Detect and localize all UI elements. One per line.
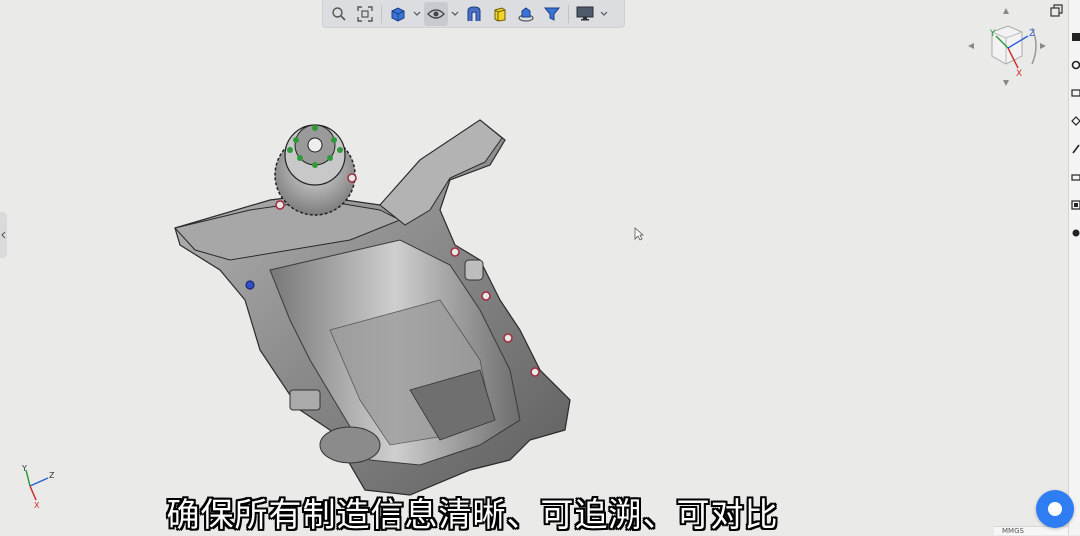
custom-properties-icon[interactable] [1071, 172, 1080, 182]
view-cube-z-label: Z [1029, 29, 1035, 39]
edit-appearance-button[interactable] [488, 2, 512, 26]
design-library-icon[interactable] [1071, 60, 1080, 70]
display-monitor-button[interactable] [573, 2, 597, 26]
task-pane-strip [1068, 0, 1080, 535]
section-view-icon [467, 5, 481, 21]
display-monitor-dropdown[interactable] [599, 2, 609, 26]
scene-render-icon [518, 6, 534, 22]
zoom-to-fit-button[interactable] [353, 2, 377, 26]
chevron-down-icon [451, 11, 459, 16]
toolbar-separator [568, 4, 569, 23]
color-appearance-icon [494, 6, 506, 22]
fit-all-icon [357, 5, 373, 22]
solidworks-forum-icon[interactable] [1071, 200, 1080, 210]
left-panel-collapse-tab[interactable] [0, 212, 7, 258]
restore-window-icon[interactable] [1050, 4, 1064, 18]
rotate-left-arrow-icon[interactable] [968, 43, 974, 49]
file-explorer-icon[interactable] [1071, 88, 1080, 98]
display-style-button[interactable] [386, 2, 410, 26]
display-style-dropdown[interactable] [412, 2, 422, 26]
view-cube-navigator[interactable]: Z X Y [966, 6, 1048, 88]
monitor-display-icon [576, 6, 594, 20]
marketplace-icon[interactable] [1071, 228, 1080, 238]
view-cube-y-label: Y [989, 29, 996, 39]
triad-y-label: Y [21, 464, 27, 473]
view-cube-x-label: X [1016, 69, 1022, 79]
chat-assistant-button[interactable] [1036, 490, 1074, 528]
rotate-up-arrow-icon[interactable] [1003, 8, 1009, 14]
visibility-eye-icon [427, 8, 445, 19]
triad-z-label: Z [49, 471, 55, 480]
cad-model-part[interactable] [150, 100, 600, 500]
view-palette-icon[interactable] [1071, 116, 1080, 126]
chevron-down-icon [413, 11, 421, 16]
rotate-right-arrow-icon[interactable] [1040, 43, 1046, 49]
chevron-down-icon [600, 11, 608, 16]
display-style-icon [391, 6, 405, 22]
video-subtitle-caption: 确保所有制造信息清晰、可追溯、可对比 [166, 495, 779, 534]
zoom-to-area-button[interactable] [327, 2, 351, 26]
toolbar-separator [381, 4, 382, 23]
rotate-down-arrow-icon[interactable] [1003, 80, 1009, 86]
zoom-icon [332, 6, 346, 21]
view-settings-button[interactable] [540, 2, 564, 26]
filter-icon [543, 7, 561, 21]
graphics-viewport[interactable]: Z X Y Z Y X [0, 0, 1068, 535]
mouse-cursor-icon [634, 227, 644, 241]
heads-up-view-toolbar [322, 0, 625, 28]
chevron-left-icon [1, 231, 6, 239]
chat-bubble-icon [1048, 502, 1062, 516]
apply-scene-button[interactable] [514, 2, 538, 26]
resources-icon[interactable] [1071, 32, 1080, 42]
section-view-button[interactable] [462, 2, 486, 26]
hide-show-dropdown[interactable] [450, 2, 460, 26]
hide-show-items-button[interactable] [424, 1, 448, 26]
appearances-icon[interactable] [1071, 144, 1080, 154]
